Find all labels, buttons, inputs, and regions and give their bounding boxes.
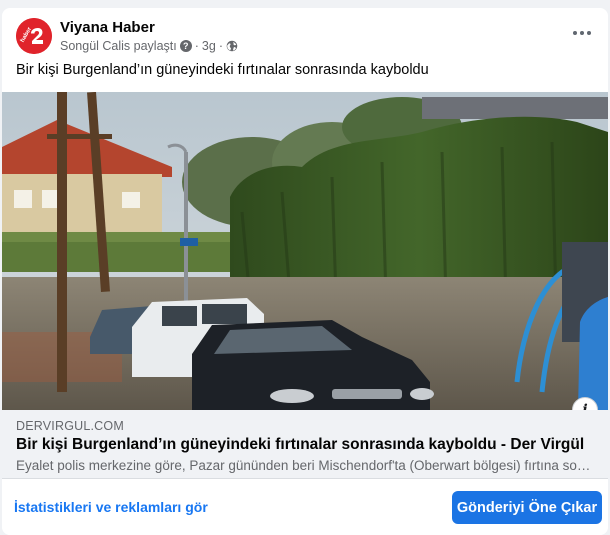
insights-and-ads-link[interactable]: İstatistikleri ve reklamları gör: [14, 499, 208, 515]
link-preview-image[interactable]: i: [2, 92, 608, 410]
globe-icon[interactable]: [226, 40, 238, 52]
post-card: haber Viyana Haber Songül Calis paylaştı…: [2, 8, 608, 535]
more-options-button[interactable]: [570, 24, 594, 42]
post-text: Bir kişi Burgenland’ın güneyindeki fırtı…: [16, 62, 429, 78]
link-preview[interactable]: DERVIRGUL.COM Bir kişi Burgenland’ın gün…: [2, 410, 608, 478]
post-header: haber Viyana Haber Songül Calis paylaştı…: [2, 8, 608, 60]
link-title[interactable]: Bir kişi Burgenland’ın güneyindeki fırtı…: [16, 436, 584, 454]
link-domain: DERVIRGUL.COM: [16, 419, 124, 433]
question-icon[interactable]: ?: [179, 40, 192, 52]
more-horizontal-icon: [573, 31, 577, 35]
meta-separator: ·: [194, 39, 199, 53]
shared-by[interactable]: Songül Calis paylaştı: [60, 39, 177, 53]
meta-separator-2: ·: [218, 39, 223, 53]
page-avatar[interactable]: haber: [16, 18, 52, 54]
page-name[interactable]: Viyana Haber: [60, 19, 155, 36]
boost-post-button[interactable]: Gönderiyi Öne Çıkar: [452, 491, 602, 524]
avatar-logo: haber: [16, 18, 52, 54]
post-time[interactable]: 3g: [202, 39, 216, 53]
post-footer: İstatistikleri ve reklamları gör Gönderi…: [2, 478, 608, 535]
link-description: Eyalet polis merkezine göre, Pazar günün…: [16, 458, 596, 473]
post-meta: Songül Calis paylaştı ? · 3g ·: [60, 39, 238, 53]
flood-photo: [2, 92, 608, 410]
